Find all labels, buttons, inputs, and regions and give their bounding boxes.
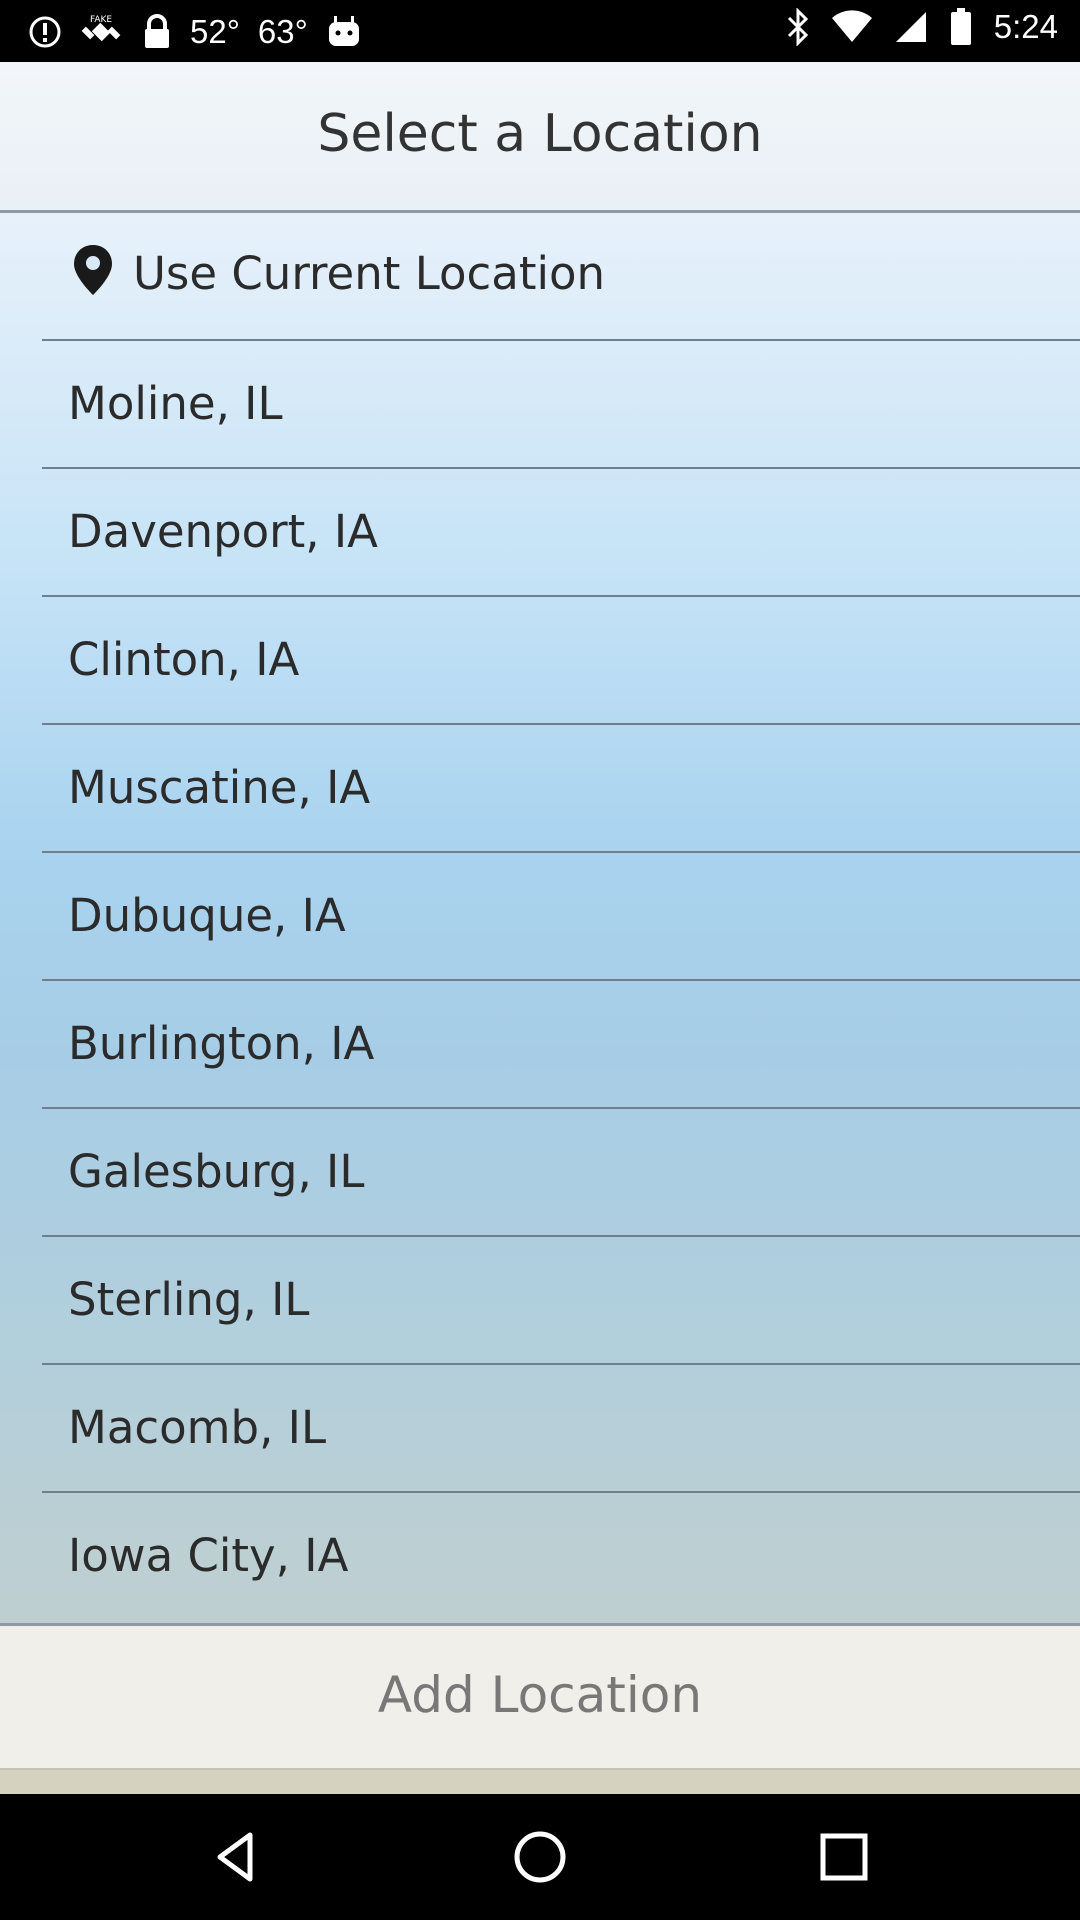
location-item-iowa-city[interactable]: Iowa City, IA — [0, 1493, 1080, 1621]
svg-text:FAKE: FAKE — [90, 15, 112, 25]
location-label: Clinton, IA — [68, 633, 300, 686]
lock-icon — [142, 14, 172, 50]
signal-icon — [894, 10, 928, 44]
back-icon[interactable] — [206, 1827, 266, 1887]
use-current-location-row[interactable]: Use Current Location — [0, 213, 1080, 341]
location-label: Muscatine, IA — [68, 761, 371, 814]
home-icon[interactable] — [510, 1827, 570, 1887]
location-item-galesburg[interactable]: Galesburg, IL — [0, 1109, 1080, 1237]
location-pin-icon — [72, 243, 114, 301]
add-location-label: Add Location — [377, 1666, 703, 1724]
app-screen: Select a Location Use Current Location M… — [0, 62, 1080, 1794]
location-label: Sterling, IL — [68, 1273, 310, 1326]
wifi-icon — [831, 10, 872, 44]
clock: 5:24 — [993, 8, 1058, 45]
location-label: Dubuque, IA — [68, 889, 346, 942]
location-item-burlington[interactable]: Burlington, IA — [0, 981, 1080, 1109]
temperature-1: 52° — [190, 13, 240, 50]
location-label: Iowa City, IA — [68, 1529, 349, 1582]
bluetooth-icon — [786, 8, 810, 46]
location-item-muscatine[interactable]: Muscatine, IA — [0, 725, 1080, 853]
location-item-clinton[interactable]: Clinton, IA — [0, 597, 1080, 725]
location-item-moline[interactable]: Moline, IL — [0, 341, 1080, 469]
location-label: Davenport, IA — [68, 505, 378, 558]
location-label: Burlington, IA — [68, 1017, 375, 1070]
location-item-sterling[interactable]: Sterling, IL — [0, 1237, 1080, 1365]
temperature-2: 63° — [257, 13, 308, 50]
header: Select a Location — [0, 62, 1080, 213]
android-icon — [326, 16, 362, 48]
recents-icon[interactable] — [814, 1827, 874, 1887]
page-title: Select a Location — [317, 104, 763, 164]
location-item-macomb[interactable]: Macomb, IL — [0, 1365, 1080, 1493]
location-item-dubuque[interactable]: Dubuque, IA — [0, 853, 1080, 981]
navigation-bar — [0, 1794, 1080, 1920]
location-label: Galesburg, IL — [68, 1145, 365, 1198]
bottom-strip — [0, 1770, 1080, 1794]
add-location-button[interactable]: Add Location — [0, 1626, 1080, 1770]
fake-gps-icon: FAKE — [80, 12, 124, 52]
location-item-davenport[interactable]: Davenport, IA — [0, 469, 1080, 597]
alert-circle-icon — [28, 15, 62, 49]
status-bar: FAKE 52° 63° 5:24 — [0, 0, 1080, 62]
location-label: Moline, IL — [68, 377, 283, 430]
location-list: Use Current Location Moline, IL Davenpor… — [0, 213, 1080, 1626]
battery-icon — [950, 8, 972, 46]
use-current-location-label: Use Current Location — [133, 247, 606, 300]
location-label: Macomb, IL — [68, 1401, 327, 1454]
